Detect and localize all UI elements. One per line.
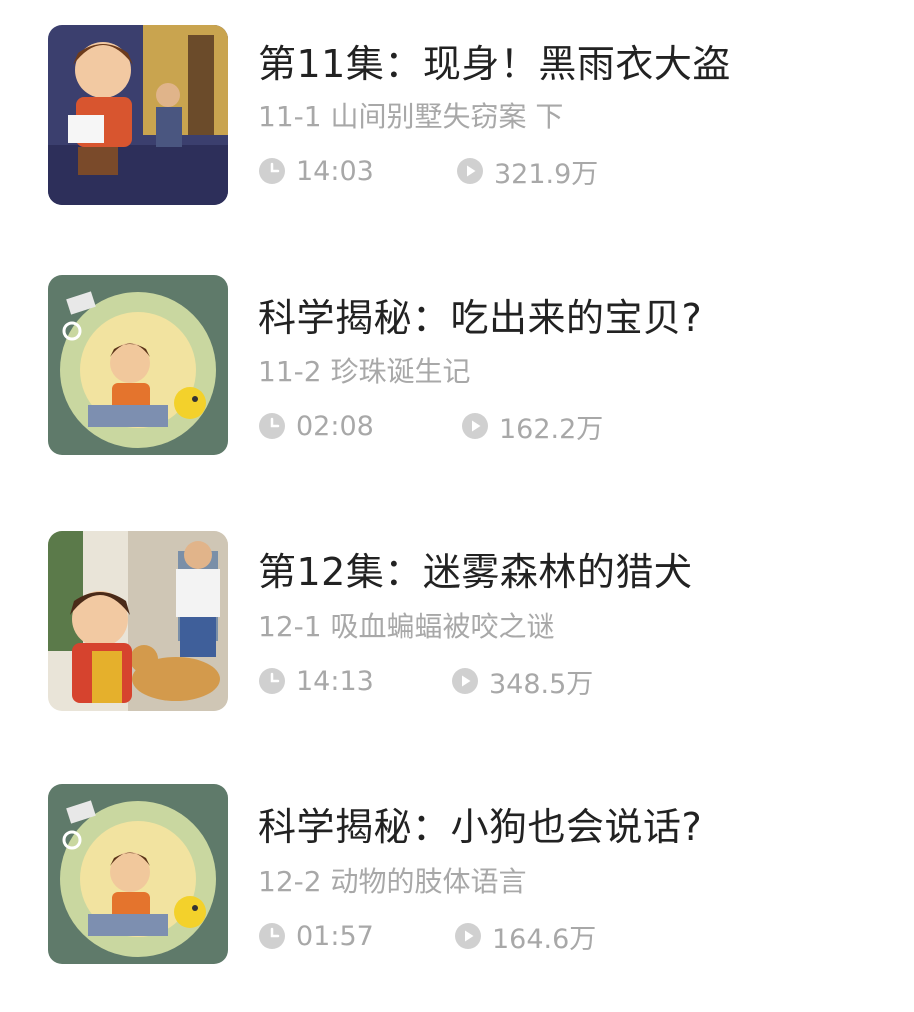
- play-count-icon: [457, 158, 483, 184]
- detective-cover-icon[interactable]: [48, 25, 228, 205]
- episode-meta: 14:03 321.9万: [258, 154, 858, 190]
- episode-title: 第12集：迷雾森林的猎犬: [258, 550, 693, 594]
- play-count-text: 162.2万: [499, 413, 604, 445]
- play-count-text: 164.6万: [492, 923, 597, 955]
- play-count-text: 321.9万: [494, 158, 599, 190]
- episode-subtitle: 11-1 山间别墅失窃案 下: [258, 100, 564, 133]
- episode-meta: 14:13 348.5万: [258, 664, 858, 700]
- play-count-icon: [455, 923, 481, 949]
- play-count: 348.5万: [451, 664, 594, 700]
- episode-title: 科学揭秘：小狗也会说话?: [258, 805, 703, 849]
- episode-title: 第11集：现身！黑雨衣大盗: [258, 42, 731, 86]
- episode-subtitle: 11-2 珍珠诞生记: [258, 355, 471, 388]
- duration-text: 02:08: [296, 410, 374, 442]
- duration: 14:03: [258, 154, 374, 188]
- clock-icon: [259, 413, 285, 439]
- episode-meta: 01:57 164.6万: [258, 919, 858, 955]
- duration: 14:13: [258, 664, 374, 698]
- clock-icon: [259, 923, 285, 949]
- episode-item[interactable]: 科学揭秘：小狗也会说话? 12-2 动物的肢体语言 01:57 164.6万: [0, 781, 914, 971]
- play-count: 162.2万: [461, 409, 604, 445]
- episode-subtitle: 12-2 动物的肢体语言: [258, 865, 527, 898]
- play-count-text: 348.5万: [489, 668, 594, 700]
- science-cover-icon[interactable]: [48, 275, 228, 455]
- clock-icon: [259, 668, 285, 694]
- episode-list: 第11集：现身！黑雨衣大盗 11-1 山间别墅失窃案 下 14:03 321.9…: [0, 0, 914, 1012]
- episode-item[interactable]: 第11集：现身！黑雨衣大盗 11-1 山间别墅失窃案 下 14:03 321.9…: [0, 20, 914, 210]
- play-count: 164.6万: [454, 919, 597, 955]
- dog-cover-icon[interactable]: [48, 531, 228, 711]
- play-count-icon: [452, 668, 478, 694]
- duration-text: 14:03: [296, 155, 374, 187]
- episode-title: 科学揭秘：吃出来的宝贝?: [258, 296, 703, 340]
- duration: 02:08: [258, 409, 374, 443]
- play-count: 321.9万: [456, 154, 599, 190]
- clock-icon: [259, 158, 285, 184]
- episode-meta: 02:08 162.2万: [258, 409, 858, 445]
- episode-item[interactable]: 科学揭秘：吃出来的宝贝? 11-2 珍珠诞生记 02:08 162.2万: [0, 272, 914, 462]
- duration-text: 01:57: [296, 920, 374, 952]
- episode-item[interactable]: 第12集：迷雾森林的猎犬 12-1 吸血蝙蝠被咬之谜 14:13 348.5万: [0, 528, 914, 718]
- duration: 01:57: [258, 919, 374, 953]
- episode-subtitle: 12-1 吸血蝙蝠被咬之谜: [258, 610, 555, 643]
- play-count-icon: [462, 413, 488, 439]
- duration-text: 14:13: [296, 665, 374, 697]
- science-cover-icon[interactable]: [48, 784, 228, 964]
